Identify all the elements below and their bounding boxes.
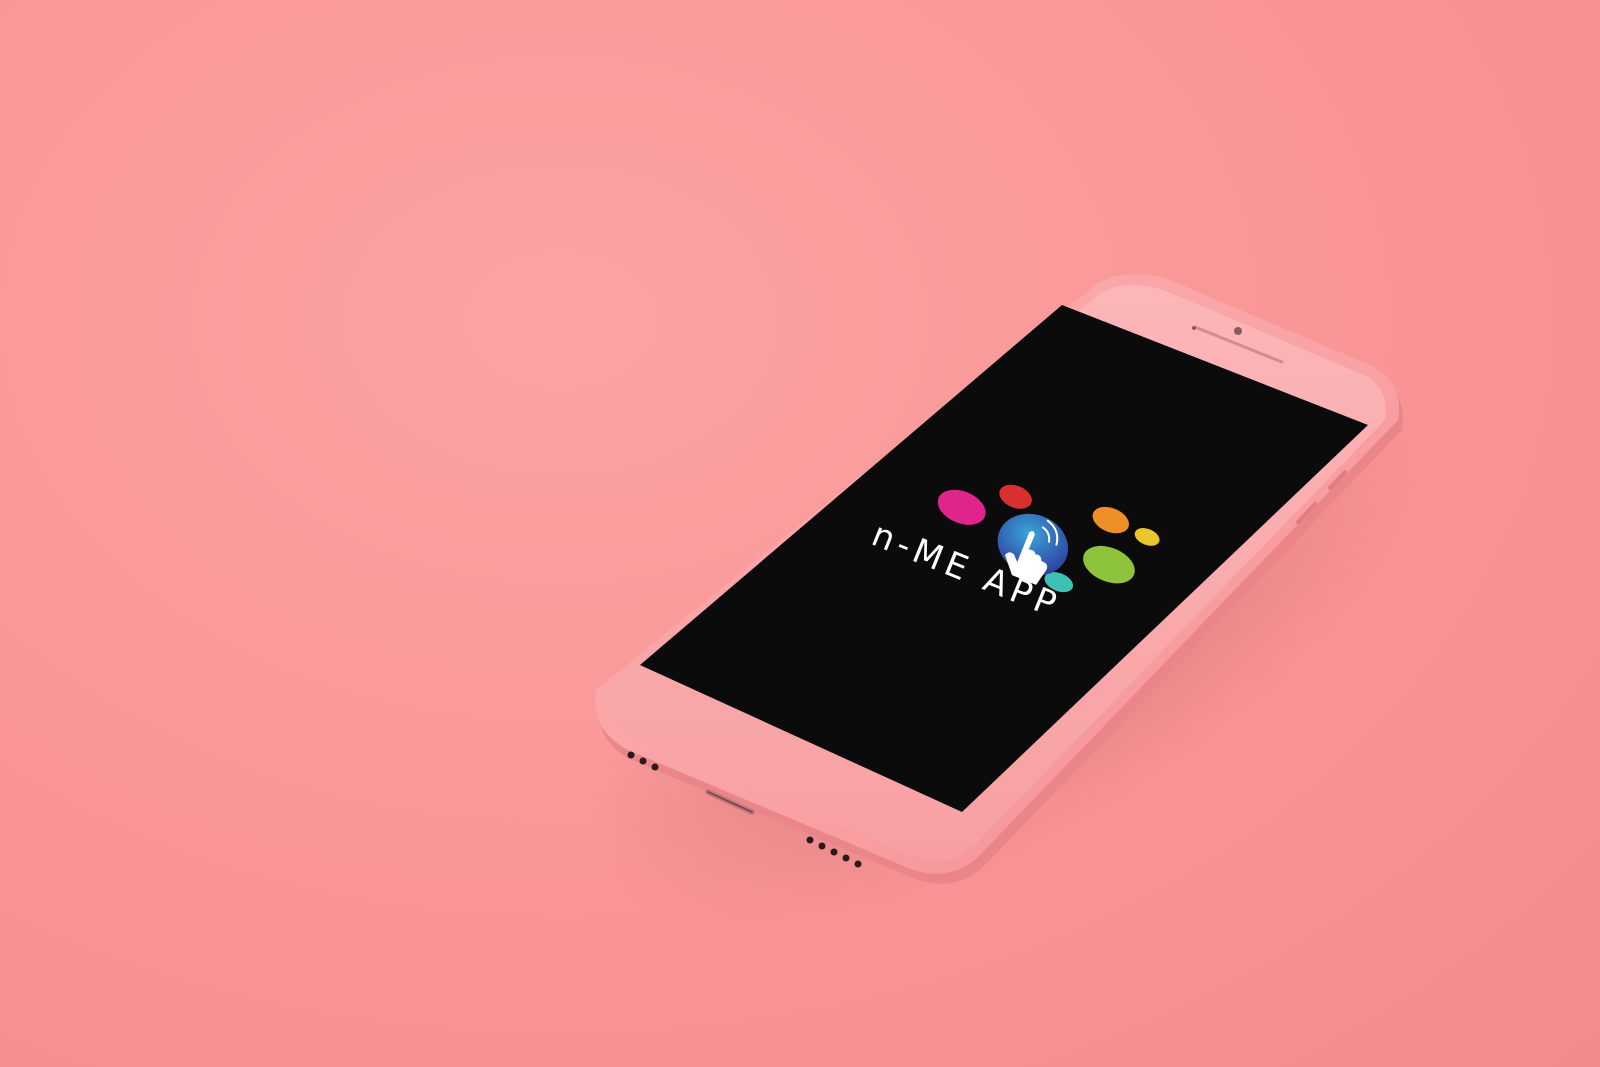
sensor-dot (1192, 326, 1196, 330)
product-photo-scene: n-ME APP (590, 273, 1430, 932)
front-camera (1234, 327, 1242, 335)
